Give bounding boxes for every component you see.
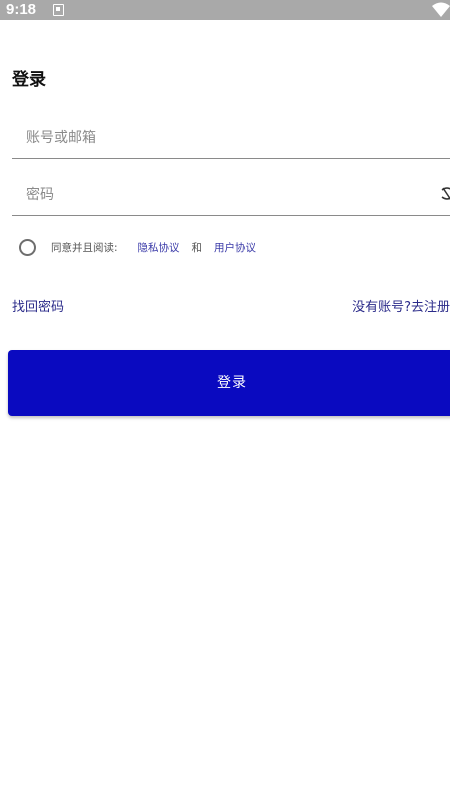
user-agreement-link[interactable]: 用户协议 [214, 240, 256, 255]
agreement-prefix: 同意并且阅读: [51, 241, 118, 254]
agree-radio[interactable] [19, 238, 36, 256]
password-field[interactable] [12, 175, 450, 216]
forgot-password-link[interactable]: 找回密码 [12, 296, 64, 315]
status-bar: 9:18 [0, 0, 450, 20]
agreement-and: 和 [191, 241, 203, 254]
notification-icon [53, 4, 64, 16]
wifi-icon [432, 2, 450, 17]
page-title: 登录 [12, 70, 46, 90]
status-time: 9:18 [6, 1, 37, 18]
account-input[interactable] [12, 118, 426, 158]
password-input[interactable] [12, 175, 426, 215]
login-button[interactable]: 登录 [8, 350, 450, 416]
privacy-policy-link[interactable]: 隐私协议 [138, 240, 180, 255]
agreement-row: 同意并且阅读: 隐私协议 和 用户协议 [19, 236, 256, 258]
register-link[interactable]: 没有账号?去注册 [352, 296, 450, 315]
account-field[interactable] [12, 118, 450, 159]
eye-off-icon[interactable] [440, 185, 450, 203]
